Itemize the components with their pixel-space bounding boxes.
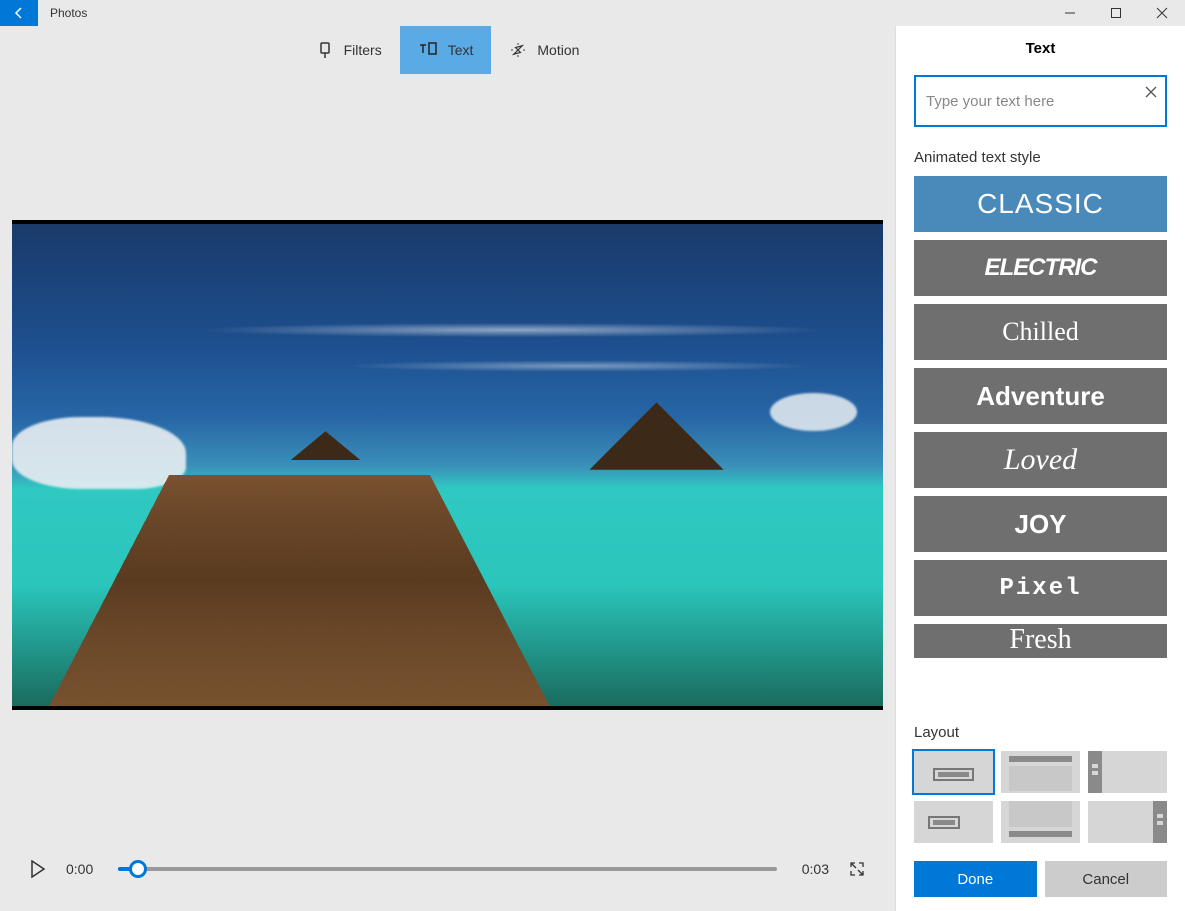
layout-option-1[interactable] (914, 751, 993, 793)
style-adventure[interactable]: Adventure (914, 368, 1167, 424)
maximize-icon (1110, 7, 1122, 19)
slider-thumb[interactable] (129, 860, 147, 878)
tab-motion[interactable]: Motion (491, 26, 597, 74)
style-chilled[interactable]: Chilled (914, 304, 1167, 360)
layout-option-2[interactable] (1001, 751, 1080, 793)
fullscreen-button[interactable] (849, 861, 865, 877)
tab-text[interactable]: Text (400, 26, 492, 74)
arrow-left-icon (11, 5, 27, 21)
tab-filters-label: Filters (344, 42, 382, 58)
minimize-button[interactable] (1047, 0, 1093, 26)
editor-toolbar: Filters Text Motion (0, 26, 895, 74)
playback-slider[interactable] (118, 867, 777, 871)
player-bar: 0:00 0:03 (12, 839, 883, 899)
style-electric[interactable]: ELECTRIC (914, 240, 1167, 296)
filters-icon (316, 41, 334, 59)
expand-icon (849, 861, 865, 877)
minimize-icon (1064, 7, 1076, 19)
play-icon (30, 860, 46, 878)
text-icon (418, 41, 438, 59)
motion-icon (509, 41, 527, 59)
cancel-button[interactable]: Cancel (1045, 861, 1168, 897)
text-input[interactable] (914, 75, 1167, 127)
style-joy[interactable]: JOY (914, 496, 1167, 552)
style-loved[interactable]: Loved (914, 432, 1167, 488)
layout-option-5[interactable] (1001, 801, 1080, 843)
layout-option-4[interactable] (914, 801, 993, 843)
done-button[interactable]: Done (914, 861, 1037, 897)
layout-option-6[interactable] (1088, 801, 1167, 843)
close-button[interactable] (1139, 0, 1185, 26)
sidebar-title: Text (914, 40, 1167, 57)
style-classic[interactable]: CLASSIC (914, 176, 1167, 232)
x-icon (1145, 86, 1157, 98)
style-pixel[interactable]: Pixel (914, 560, 1167, 616)
main-panel: Filters Text Motion (0, 26, 895, 911)
sidebar-footer: Done Cancel (914, 861, 1167, 897)
duration-time: 0:03 (797, 861, 829, 877)
back-button[interactable] (0, 0, 38, 26)
tab-motion-label: Motion (537, 42, 579, 58)
close-icon (1156, 7, 1168, 19)
play-button[interactable] (30, 860, 46, 878)
current-time: 0:00 (66, 861, 98, 877)
clear-text-button[interactable] (1145, 85, 1157, 103)
maximize-button[interactable] (1093, 0, 1139, 26)
tab-filters[interactable]: Filters (298, 26, 400, 74)
text-sidebar: Text Animated text style CLASSIC ELECTRI… (895, 26, 1185, 911)
video-preview[interactable] (12, 220, 883, 710)
style-fresh[interactable]: Fresh (914, 624, 1167, 658)
tab-text-label: Text (448, 42, 474, 58)
layout-section-label: Layout (914, 724, 1167, 741)
layout-grid (914, 751, 1167, 843)
style-section-label: Animated text style (914, 149, 1167, 166)
titlebar: Photos (0, 0, 1185, 26)
layout-option-3[interactable] (1088, 751, 1167, 793)
app-title: Photos (38, 0, 99, 26)
text-styles-list: CLASSIC ELECTRIC Chilled Adventure Loved… (914, 176, 1167, 710)
